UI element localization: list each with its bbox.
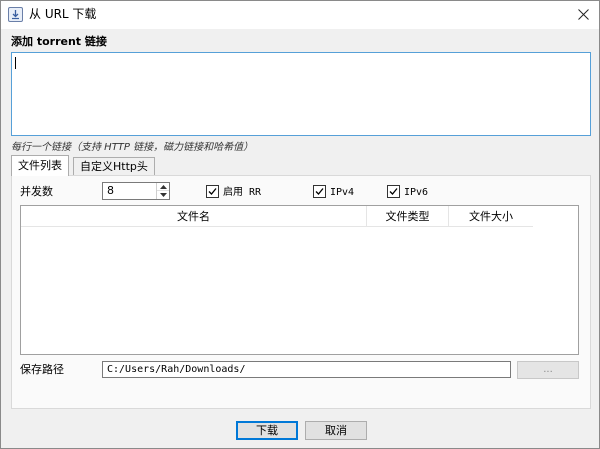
download-doc-icon xyxy=(8,7,23,22)
close-button[interactable] xyxy=(569,1,599,29)
tab-custom-http-headers[interactable]: 自定义Http头 xyxy=(73,157,155,176)
checkmark-icon xyxy=(389,188,398,195)
text-caret xyxy=(15,57,16,69)
download-button[interactable]: 下载 xyxy=(236,421,298,440)
title-bar: 从 URL 下载 xyxy=(1,1,599,29)
links-heading: 添加 torrent 链接 xyxy=(11,35,107,48)
save-path-input[interactable] xyxy=(102,361,511,378)
spin-buttons xyxy=(156,183,169,199)
ipv4-checkbox[interactable] xyxy=(313,185,326,198)
concurrency-spinbox[interactable]: 8 xyxy=(102,182,170,200)
column-header-filename[interactable]: 文件名 xyxy=(21,206,367,227)
chevron-up-icon xyxy=(160,185,167,189)
checkmark-icon xyxy=(315,188,324,195)
table-header: 文件名 文件类型 文件大小 xyxy=(21,206,533,227)
column-header-filesize[interactable]: 文件大小 xyxy=(449,206,533,227)
cancel-button[interactable]: 取消 xyxy=(305,421,367,440)
window-title: 从 URL 下载 xyxy=(29,7,97,21)
close-icon xyxy=(578,9,589,20)
ipv6-checkbox[interactable] xyxy=(387,185,400,198)
ipv4-label: IPv4 xyxy=(330,187,355,198)
spin-up-button[interactable] xyxy=(157,183,169,191)
enable-rr-checkbox[interactable] xyxy=(206,185,219,198)
file-table[interactable]: 文件名 文件类型 文件大小 xyxy=(20,205,579,355)
torrent-links-textarea[interactable] xyxy=(11,52,591,136)
chevron-down-icon xyxy=(160,193,167,197)
ipv6-label: IPv6 xyxy=(404,187,429,198)
column-header-filetype[interactable]: 文件类型 xyxy=(367,206,449,227)
checkmark-icon xyxy=(208,188,217,195)
spin-down-button[interactable] xyxy=(157,191,169,199)
download-from-url-dialog: 从 URL 下载 添加 torrent 链接 每行一个链接（支持 HTTP 链接… xyxy=(0,0,600,449)
links-hint: 每行一个链接（支持 HTTP 链接，磁力链接和哈希值） xyxy=(11,142,254,153)
tab-file-list[interactable]: 文件列表 xyxy=(11,155,69,176)
concurrency-value: 8 xyxy=(107,184,114,197)
enable-rr-label: 启用 RR xyxy=(223,187,262,198)
browse-button[interactable]: ... xyxy=(517,361,579,379)
save-path-label: 保存路径 xyxy=(20,363,64,376)
concurrency-label: 并发数 xyxy=(20,185,53,198)
